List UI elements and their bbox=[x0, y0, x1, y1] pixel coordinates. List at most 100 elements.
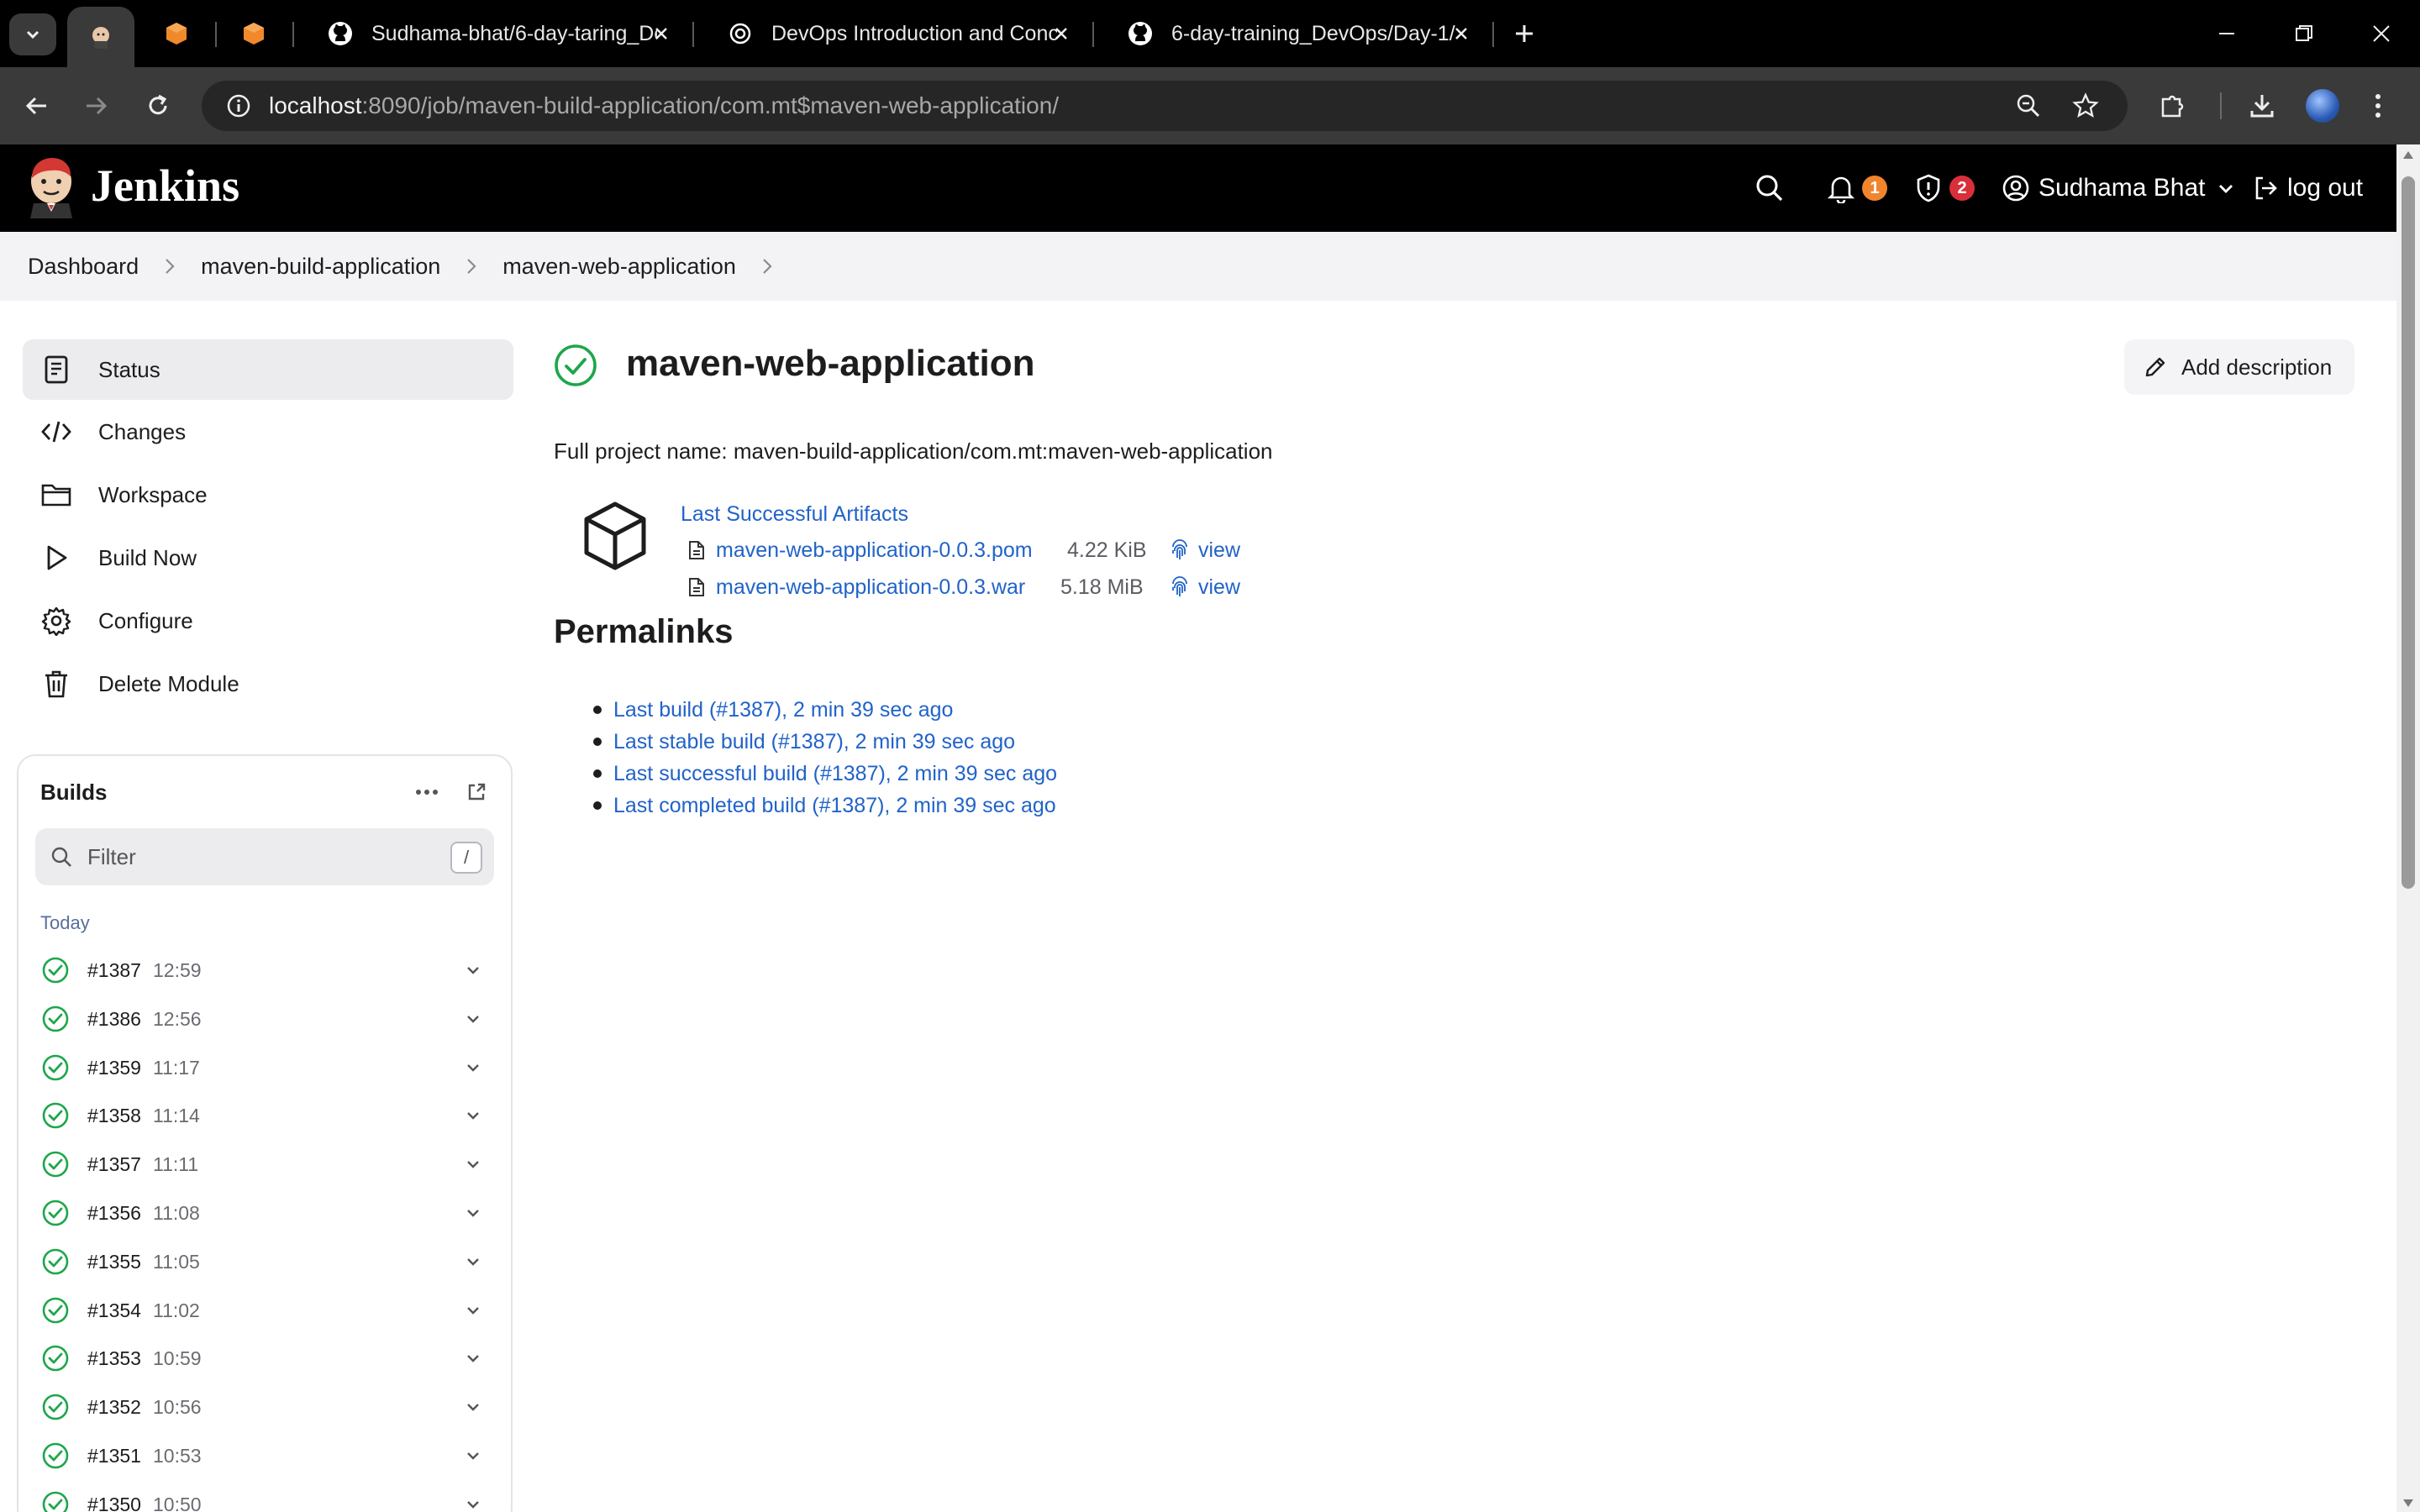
tab-jenkins[interactable] bbox=[67, 7, 134, 67]
scrollbar-thumb[interactable] bbox=[2402, 176, 2415, 889]
close-icon[interactable] bbox=[1049, 21, 1074, 46]
chevron-down-icon[interactable] bbox=[460, 1346, 486, 1371]
build-number[interactable]: #1355 bbox=[87, 1251, 153, 1273]
build-number[interactable]: #1357 bbox=[87, 1153, 153, 1176]
reload-button[interactable] bbox=[138, 86, 178, 126]
build-number[interactable]: #1350 bbox=[87, 1494, 153, 1512]
breadcrumb-maven-build-application[interactable]: maven-build-application bbox=[201, 254, 440, 280]
add-description-button[interactable]: Add description bbox=[2124, 339, 2354, 395]
build-number[interactable]: #1356 bbox=[87, 1202, 153, 1225]
build-number[interactable]: #1358 bbox=[87, 1105, 153, 1127]
forward-button[interactable] bbox=[76, 86, 116, 126]
build-row[interactable]: #1351 10:53 bbox=[35, 1431, 502, 1480]
new-tab-button[interactable] bbox=[1507, 17, 1541, 50]
tab-devops-intro[interactable]: DevOps Introduction and Concepts bbox=[696, 0, 1091, 67]
jenkins-logo-icon[interactable] bbox=[27, 156, 76, 218]
sidebar-item-status[interactable]: Status bbox=[23, 339, 513, 400]
build-row[interactable]: #1358 11:14 bbox=[35, 1091, 502, 1140]
last-successful-artifacts-link[interactable]: Last Successful Artifacts bbox=[681, 502, 908, 527]
chevron-down-icon[interactable] bbox=[460, 958, 486, 983]
extensions-button[interactable] bbox=[2153, 86, 2193, 126]
profile-button[interactable] bbox=[2302, 86, 2343, 126]
sidebar-item-delete-module[interactable]: Delete Module bbox=[23, 654, 513, 714]
bookmark-star-icon[interactable] bbox=[2065, 86, 2106, 126]
permalink-last-completed-build[interactable]: Last completed build (#1387), 2 min 39 s… bbox=[593, 790, 1057, 822]
build-row[interactable]: #1356 11:08 bbox=[35, 1189, 502, 1237]
back-button[interactable] bbox=[17, 86, 57, 126]
build-number[interactable]: #1352 bbox=[87, 1396, 153, 1419]
builds-group-label: Today bbox=[40, 912, 90, 933]
build-row[interactable]: #1359 11:17 bbox=[35, 1043, 502, 1092]
chevron-down-icon[interactable] bbox=[460, 1443, 486, 1468]
build-number[interactable]: #1351 bbox=[87, 1445, 153, 1467]
build-row[interactable]: #1352 10:56 bbox=[35, 1383, 502, 1431]
url-text[interactable]: localhost:8090/job/maven-build-applicati… bbox=[269, 92, 1059, 119]
artifact-view-link[interactable]: view bbox=[1170, 575, 1240, 600]
permalink-last-build[interactable]: Last build (#1387), 2 min 39 sec ago bbox=[593, 694, 1057, 726]
logout-link[interactable]: log out bbox=[2252, 168, 2363, 208]
site-info-icon[interactable] bbox=[213, 81, 264, 131]
chevron-right-icon[interactable] bbox=[761, 257, 773, 276]
permalink-last-successful-build[interactable]: Last successful build (#1387), 2 min 39 … bbox=[593, 758, 1057, 790]
build-number[interactable]: #1359 bbox=[87, 1057, 153, 1079]
close-window-button[interactable] bbox=[2356, 15, 2407, 52]
build-number[interactable]: #1386 bbox=[87, 1008, 153, 1031]
build-number[interactable]: #1387 bbox=[87, 959, 153, 982]
sidebar-item-configure[interactable]: Configure bbox=[23, 591, 513, 651]
breadcrumb-maven-web-application[interactable]: maven-web-application bbox=[502, 254, 736, 280]
chevron-down-icon[interactable] bbox=[460, 1006, 486, 1032]
artifact-link[interactable]: maven-web-application-0.0.3.war bbox=[716, 575, 1025, 600]
tab-github-repo[interactable]: Sudhama-bhat/6-day-taring_DevOps bbox=[296, 0, 691, 67]
user-menu[interactable]: Sudhama Bhat bbox=[2002, 168, 2235, 208]
tab-aws-2[interactable] bbox=[220, 0, 287, 67]
tab-aws-1[interactable] bbox=[143, 0, 210, 67]
page-scrollbar[interactable] bbox=[2396, 144, 2420, 1512]
build-row[interactable]: #1354 11:02 bbox=[35, 1286, 502, 1335]
build-number[interactable]: #1353 bbox=[87, 1347, 153, 1370]
builds-expand-button[interactable] bbox=[462, 778, 491, 806]
close-icon[interactable] bbox=[1449, 21, 1474, 46]
sidebar-item-changes[interactable]: Changes bbox=[23, 402, 513, 462]
search-button[interactable] bbox=[1754, 170, 1785, 207]
tab-search-button[interactable] bbox=[9, 13, 56, 55]
artifact-link[interactable]: maven-web-application-0.0.3.pom bbox=[716, 538, 1033, 563]
builds-more-button[interactable] bbox=[410, 778, 444, 806]
build-row[interactable]: #1387 12:59 bbox=[35, 946, 502, 995]
zoom-icon[interactable] bbox=[2008, 86, 2049, 126]
builds-filter[interactable]: / bbox=[35, 828, 494, 885]
notifications-button[interactable]: 1 bbox=[1827, 170, 1887, 207]
chevron-down-icon[interactable] bbox=[460, 1200, 486, 1226]
app-title[interactable]: Jenkins bbox=[91, 160, 239, 212]
build-number[interactable]: #1354 bbox=[87, 1299, 153, 1322]
address-bar[interactable]: localhost:8090/job/maven-build-applicati… bbox=[202, 81, 2128, 131]
tab-github-day1[interactable]: 6-day-training_DevOps/Day-1/ bbox=[1096, 0, 1491, 67]
permalink-last-stable-build[interactable]: Last stable build (#1387), 2 min 39 sec … bbox=[593, 726, 1057, 758]
chevron-down-icon[interactable] bbox=[460, 1394, 486, 1420]
breadcrumb-dashboard[interactable]: Dashboard bbox=[28, 254, 139, 280]
sidebar-item-build-now[interactable]: Build Now bbox=[23, 528, 513, 588]
builds-filter-input[interactable] bbox=[87, 843, 440, 870]
chevron-down-icon[interactable] bbox=[460, 1103, 486, 1128]
notifications-count-badge: 1 bbox=[1862, 176, 1887, 201]
chevron-down-icon[interactable] bbox=[460, 1249, 486, 1274]
build-row[interactable]: #1386 12:56 bbox=[35, 995, 502, 1043]
build-row[interactable]: #1357 11:11 bbox=[35, 1140, 502, 1189]
sidebar-item-workspace[interactable]: Workspace bbox=[23, 465, 513, 525]
builds-panel: Builds / Today #138712:59#138612:56#1359… bbox=[17, 754, 513, 1512]
security-button[interactable]: 2 bbox=[1914, 170, 1975, 207]
scroll-down-arrow-icon[interactable] bbox=[2403, 1499, 2413, 1507]
build-row[interactable]: #1355 11:05 bbox=[35, 1237, 502, 1286]
scroll-up-arrow-icon[interactable] bbox=[2403, 151, 2413, 159]
browser-menu-button[interactable] bbox=[2363, 86, 2393, 126]
chevron-down-icon[interactable] bbox=[460, 1298, 486, 1323]
artifact-view-link[interactable]: view bbox=[1170, 538, 1240, 563]
restore-button[interactable] bbox=[2279, 15, 2329, 52]
build-row[interactable]: #1353 10:59 bbox=[35, 1334, 502, 1383]
downloads-button[interactable] bbox=[2242, 86, 2282, 126]
close-icon[interactable] bbox=[649, 21, 674, 46]
build-row[interactable]: #1350 10:50 bbox=[35, 1480, 502, 1512]
minimize-button[interactable] bbox=[2202, 15, 2252, 52]
chevron-down-icon[interactable] bbox=[460, 1055, 486, 1080]
chevron-down-icon[interactable] bbox=[460, 1492, 486, 1512]
chevron-down-icon[interactable] bbox=[460, 1152, 486, 1177]
